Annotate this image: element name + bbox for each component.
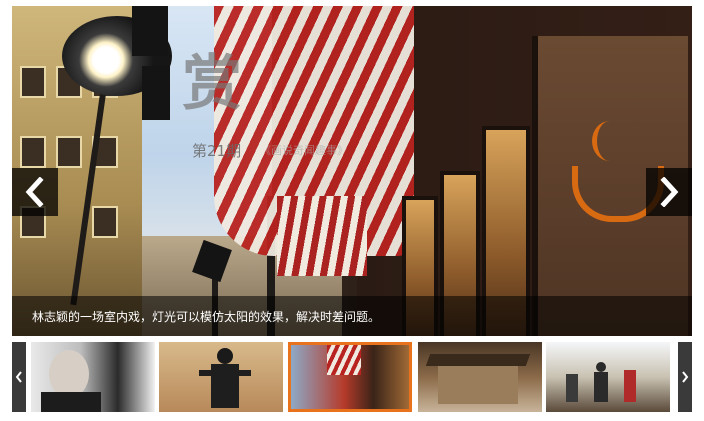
chevron-left-icon	[25, 177, 44, 207]
issue-subtitle: 《画说奇闻趣事》	[260, 144, 348, 157]
thumbnail-5[interactable]	[546, 342, 670, 412]
thumbnail-strip	[12, 342, 692, 412]
thumb-next-button[interactable]	[678, 342, 692, 412]
thumbnail-1[interactable]	[31, 342, 155, 412]
thumb-prev-button[interactable]	[12, 342, 26, 412]
chevron-left-icon	[15, 371, 22, 383]
next-slide-button[interactable]	[646, 168, 692, 216]
prev-slide-button[interactable]	[12, 168, 58, 216]
chevron-right-icon	[660, 177, 679, 207]
thumbnail-4[interactable]	[418, 342, 542, 412]
photo-slideshow: 赏 第21期 《画说奇闻趣事》 林志颖的一场室内戏，灯光可以模仿太阳的效果，解决…	[12, 6, 692, 336]
watermark-title: 赏	[182, 49, 246, 119]
caption-bar: 林志颖的一场室内戏，灯光可以模仿太阳的效果，解决时差问题。	[12, 296, 692, 336]
thumbnail-2[interactable]	[159, 342, 283, 412]
chevron-right-icon	[682, 371, 689, 383]
issue-number: 第21期	[192, 142, 242, 160]
thumbnail-3[interactable]	[288, 342, 412, 412]
slide-caption: 林志颖的一场室内戏，灯光可以模仿太阳的效果，解决时差问题。	[32, 310, 381, 324]
